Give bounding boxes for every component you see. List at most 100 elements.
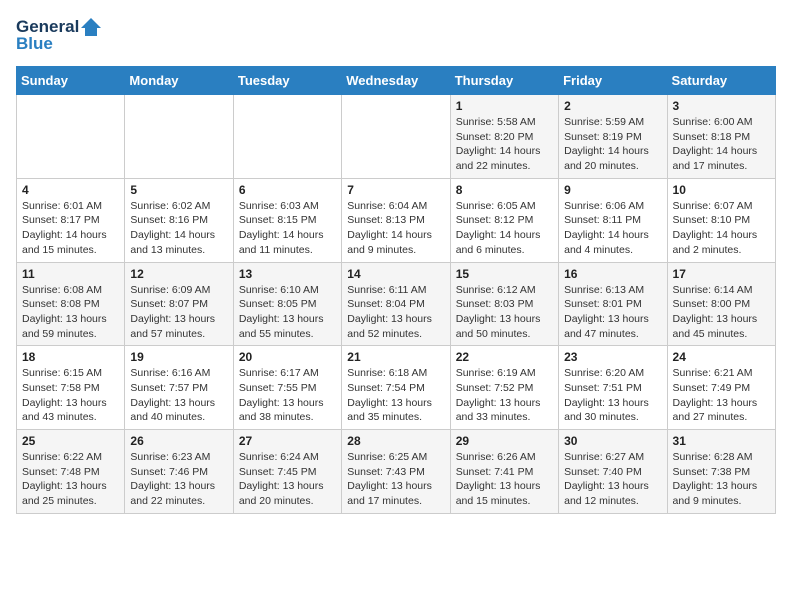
day-number: 8 [456,183,553,197]
day-number: 18 [22,350,119,364]
day-number: 1 [456,99,553,113]
calendar-week-row: 18 Sunrise: 6:15 AM Sunset: 7:58 PM Dayli… [17,346,776,430]
calendar-cell: 31Sunrise: 6:28 AM Sunset: 7:38 PM Dayli… [667,430,775,514]
page-header: General Blue [16,16,776,54]
calendar-cell: 15 Sunrise: 6:12 AM Sunset: 8:03 PM Dayli… [450,262,558,346]
day-info: Sunrise: 6:08 AM Sunset: 8:08 PM Dayligh… [22,283,119,342]
day-info: Sunrise: 5:58 AM Sunset: 8:20 PM Dayligh… [456,115,553,174]
day-number: 26 [130,434,227,448]
day-number: 12 [130,267,227,281]
calendar-cell: 30 Sunrise: 6:27 AM Sunset: 7:40 PM Dayli… [559,430,667,514]
calendar-cell: 22 Sunrise: 6:19 AM Sunset: 7:52 PM Dayli… [450,346,558,430]
day-info: Sunrise: 6:15 AM Sunset: 7:58 PM Dayligh… [22,366,119,425]
calendar-cell: 12 Sunrise: 6:09 AM Sunset: 8:07 PM Dayli… [125,262,233,346]
day-number: 22 [456,350,553,364]
calendar-week-row: 25 Sunrise: 6:22 AM Sunset: 7:48 PM Dayli… [17,430,776,514]
day-info: Sunrise: 6:14 AM Sunset: 8:00 PM Dayligh… [673,283,770,342]
day-info: Sunrise: 6:22 AM Sunset: 7:48 PM Dayligh… [22,450,119,509]
day-number: 25 [22,434,119,448]
day-info: Sunrise: 6:25 AM Sunset: 7:43 PM Dayligh… [347,450,444,509]
calendar-cell [125,95,233,179]
day-info: Sunrise: 6:09 AM Sunset: 8:07 PM Dayligh… [130,283,227,342]
day-number: 21 [347,350,444,364]
day-of-week-header: Thursday [450,67,558,95]
calendar-cell [17,95,125,179]
day-info: Sunrise: 6:01 AM Sunset: 8:17 PM Dayligh… [22,199,119,258]
day-number: 31 [673,434,770,448]
day-info: Sunrise: 6:23 AM Sunset: 7:46 PM Dayligh… [130,450,227,509]
calendar-cell: 24 Sunrise: 6:21 AM Sunset: 7:49 PM Dayli… [667,346,775,430]
day-info: Sunrise: 6:12 AM Sunset: 8:03 PM Dayligh… [456,283,553,342]
day-number: 3 [673,99,770,113]
day-number: 28 [347,434,444,448]
day-of-week-header: Friday [559,67,667,95]
calendar-cell: 13 Sunrise: 6:10 AM Sunset: 8:05 PM Dayli… [233,262,341,346]
calendar-cell: 14Sunrise: 6:11 AM Sunset: 8:04 PM Dayli… [342,262,450,346]
day-info: Sunrise: 6:24 AM Sunset: 7:45 PM Dayligh… [239,450,336,509]
day-info: Sunrise: 6:11 AM Sunset: 8:04 PM Dayligh… [347,283,444,342]
day-info: Sunrise: 6:03 AM Sunset: 8:15 PM Dayligh… [239,199,336,258]
day-number: 4 [22,183,119,197]
day-number: 9 [564,183,661,197]
calendar-cell: 10Sunrise: 6:07 AM Sunset: 8:10 PM Dayli… [667,178,775,262]
calendar-cell: 19Sunrise: 6:16 AM Sunset: 7:57 PM Dayli… [125,346,233,430]
calendar-cell [342,95,450,179]
calendar-cell: 18 Sunrise: 6:15 AM Sunset: 7:58 PM Dayli… [17,346,125,430]
day-info: Sunrise: 6:06 AM Sunset: 8:11 PM Dayligh… [564,199,661,258]
calendar-cell: 5 Sunrise: 6:02 AM Sunset: 8:16 PM Daylig… [125,178,233,262]
day-info: Sunrise: 6:05 AM Sunset: 8:12 PM Dayligh… [456,199,553,258]
calendar-cell: 28 Sunrise: 6:25 AM Sunset: 7:43 PM Dayli… [342,430,450,514]
calendar-cell: 23 Sunrise: 6:20 AM Sunset: 7:51 PM Dayli… [559,346,667,430]
calendar-cell: 1 Sunrise: 5:58 AM Sunset: 8:20 PM Daylig… [450,95,558,179]
day-number: 15 [456,267,553,281]
calendar-week-row: 1 Sunrise: 5:58 AM Sunset: 8:20 PM Daylig… [17,95,776,179]
calendar-cell: 27Sunrise: 6:24 AM Sunset: 7:45 PM Dayli… [233,430,341,514]
day-number: 20 [239,350,336,364]
calendar-body: 1 Sunrise: 5:58 AM Sunset: 8:20 PM Daylig… [17,95,776,514]
day-info: Sunrise: 6:20 AM Sunset: 7:51 PM Dayligh… [564,366,661,425]
calendar-cell: 9 Sunrise: 6:06 AM Sunset: 8:11 PM Daylig… [559,178,667,262]
day-number: 5 [130,183,227,197]
calendar-cell: 2Sunrise: 5:59 AM Sunset: 8:19 PM Daylig… [559,95,667,179]
day-info: Sunrise: 6:26 AM Sunset: 7:41 PM Dayligh… [456,450,553,509]
day-of-week-header: Wednesday [342,67,450,95]
day-info: Sunrise: 6:02 AM Sunset: 8:16 PM Dayligh… [130,199,227,258]
calendar-cell: 16 Sunrise: 6:13 AM Sunset: 8:01 PM Dayli… [559,262,667,346]
calendar-cell: 29Sunrise: 6:26 AM Sunset: 7:41 PM Dayli… [450,430,558,514]
day-number: 30 [564,434,661,448]
day-number: 17 [673,267,770,281]
day-info: Sunrise: 6:10 AM Sunset: 8:05 PM Dayligh… [239,283,336,342]
calendar-cell [233,95,341,179]
day-number: 7 [347,183,444,197]
logo: General Blue [16,16,103,54]
calendar-cell: 4 Sunrise: 6:01 AM Sunset: 8:17 PM Daylig… [17,178,125,262]
calendar-cell: 25 Sunrise: 6:22 AM Sunset: 7:48 PM Dayli… [17,430,125,514]
calendar-cell: 6 Sunrise: 6:03 AM Sunset: 8:15 PM Daylig… [233,178,341,262]
day-info: Sunrise: 6:17 AM Sunset: 7:55 PM Dayligh… [239,366,336,425]
day-info: Sunrise: 6:00 AM Sunset: 8:18 PM Dayligh… [673,115,770,174]
day-info: Sunrise: 6:04 AM Sunset: 8:13 PM Dayligh… [347,199,444,258]
logo-icon [81,16,103,38]
calendar-cell: 7 Sunrise: 6:04 AM Sunset: 8:13 PM Daylig… [342,178,450,262]
day-of-week-header: Tuesday [233,67,341,95]
calendar-cell: 8 Sunrise: 6:05 AM Sunset: 8:12 PM Daylig… [450,178,558,262]
day-info: Sunrise: 6:27 AM Sunset: 7:40 PM Dayligh… [564,450,661,509]
day-info: Sunrise: 6:19 AM Sunset: 7:52 PM Dayligh… [456,366,553,425]
calendar-cell: 3 Sunrise: 6:00 AM Sunset: 8:18 PM Daylig… [667,95,775,179]
day-number: 13 [239,267,336,281]
day-number: 23 [564,350,661,364]
calendar-header-row: SundayMondayTuesdayWednesdayThursdayFrid… [17,67,776,95]
day-info: Sunrise: 6:13 AM Sunset: 8:01 PM Dayligh… [564,283,661,342]
day-of-week-header: Saturday [667,67,775,95]
day-number: 11 [22,267,119,281]
calendar-table: SundayMondayTuesdayWednesdayThursdayFrid… [16,66,776,514]
day-number: 24 [673,350,770,364]
day-number: 19 [130,350,227,364]
calendar-cell: 11 Sunrise: 6:08 AM Sunset: 8:08 PM Dayli… [17,262,125,346]
day-info: Sunrise: 6:18 AM Sunset: 7:54 PM Dayligh… [347,366,444,425]
day-number: 16 [564,267,661,281]
calendar-cell: 17 Sunrise: 6:14 AM Sunset: 8:00 PM Dayli… [667,262,775,346]
day-info: Sunrise: 6:21 AM Sunset: 7:49 PM Dayligh… [673,366,770,425]
day-number: 6 [239,183,336,197]
day-of-week-header: Sunday [17,67,125,95]
